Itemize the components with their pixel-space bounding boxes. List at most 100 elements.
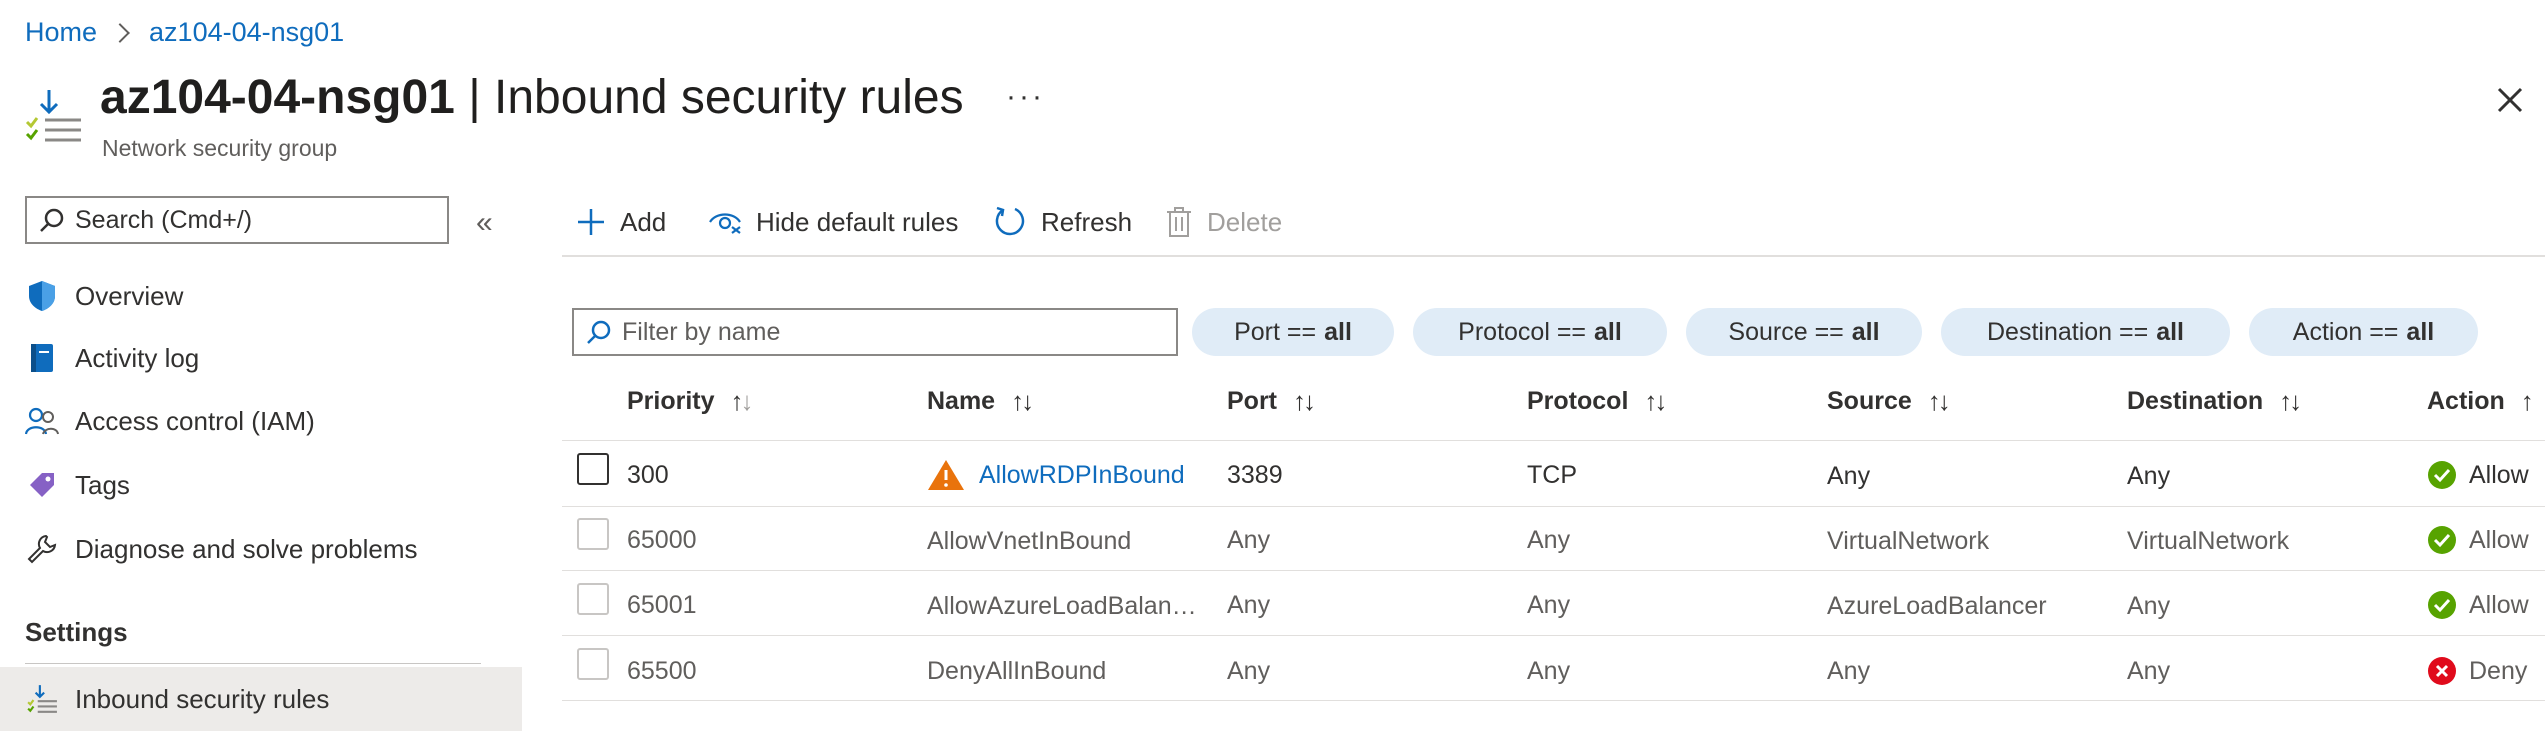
refresh-label: Refresh [1041, 206, 1133, 237]
check-circle-icon [2427, 590, 2457, 620]
sidebar-item-tags[interactable]: Tags [0, 457, 522, 513]
source-cell: AzureLoadBalancer [1827, 591, 2047, 620]
sidebar-item-overview[interactable]: Overview [0, 268, 522, 324]
page-subtitle: Network security group [102, 135, 338, 161]
protocol-filter-pill[interactable]: Protocol == all [1413, 308, 1667, 356]
row-checkbox[interactable] [577, 453, 609, 485]
more-options-button[interactable]: ··· [1006, 80, 1045, 114]
column-label: Port [1227, 387, 1277, 415]
pill-key: Protocol == [1458, 317, 1587, 346]
people-icon [25, 404, 59, 438]
inbound-rules-icon [25, 682, 59, 716]
column-header-action[interactable]: Action ↑ [2427, 386, 2534, 417]
sort-icon: ↑↓ [1927, 386, 1951, 416]
row-checkbox[interactable] [577, 648, 609, 680]
filter-by-name-input[interactable] [620, 316, 1164, 348]
row-checkbox[interactable] [577, 583, 609, 615]
resource-name: az104-04-nsg01 [100, 71, 455, 124]
protocol-cell: Any [1527, 656, 1571, 685]
collapse-sidebar-button[interactable]: « [476, 206, 493, 240]
add-label: Add [620, 206, 667, 237]
divider [562, 440, 2545, 441]
plus-icon [576, 207, 606, 237]
check-circle-icon [2427, 525, 2457, 555]
column-header-protocol[interactable]: Protocol ↑↓ [1527, 386, 1667, 417]
column-header-port[interactable]: Port ↑↓ [1227, 386, 1316, 417]
action-label: Allow [2469, 590, 2529, 619]
hide-default-rules-button[interactable]: Hide default rules [708, 199, 958, 245]
pill-value: all [2156, 317, 2184, 346]
page-title: az104-04-nsg01 | Inbound security rules [100, 70, 964, 125]
column-header-priority[interactable]: Priority ↑↓ [627, 386, 754, 417]
action-cell: Deny [2427, 645, 2527, 697]
sort-icon: ↑↓ [1644, 386, 1667, 416]
source-filter-pill[interactable]: Source == all [1686, 308, 1922, 356]
protocol-cell: Any [1527, 525, 1571, 554]
delete-label: Delete [1207, 206, 1283, 237]
tag-icon [25, 468, 59, 502]
filter-by-name[interactable] [572, 308, 1178, 356]
eye-hide-icon [708, 209, 742, 235]
check-circle-icon [2427, 460, 2457, 490]
search-icon [586, 319, 612, 345]
port-filter-pill[interactable]: Port == all [1192, 308, 1394, 356]
destination-filter-pill[interactable]: Destination == all [1941, 308, 2230, 356]
x-circle-icon [2427, 656, 2457, 686]
breadcrumb-current-link[interactable]: az104-04-nsg01 [149, 17, 344, 48]
port-cell: 3389 [1227, 460, 1283, 489]
source-cell: Any [1827, 656, 1871, 685]
sort-icon: ↑↓ [1293, 386, 1316, 416]
priority-cell: 65001 [627, 590, 697, 619]
row-checkbox[interactable] [577, 518, 609, 550]
action-cell: Allow [2427, 515, 2529, 565]
column-label: Priority [627, 387, 715, 415]
divider [562, 635, 2545, 636]
add-button[interactable]: Add [576, 199, 666, 245]
activity-log-icon [25, 341, 59, 375]
protocol-cell: Any [1527, 590, 1571, 619]
divider [562, 700, 2545, 701]
breadcrumb: Home az104-04-nsg01 [25, 17, 344, 48]
refresh-button[interactable]: Refresh [993, 199, 1132, 245]
trash-icon [1165, 206, 1193, 238]
sidebar-item-label: Diagnose and solve problems [75, 533, 418, 564]
search-icon [39, 207, 65, 233]
hide-default-rules-label: Hide default rules [756, 206, 959, 237]
action-cell: Allow [2427, 450, 2529, 500]
column-label: Protocol [1527, 387, 1629, 415]
divider [562, 506, 2545, 507]
pill-value: all [1851, 317, 1880, 346]
breadcrumb-home-link[interactable]: Home [25, 17, 97, 48]
sidebar-item-diagnose[interactable]: Diagnose and solve problems [0, 521, 522, 577]
column-header-source[interactable]: Source ↑↓ [1827, 386, 1951, 417]
sidebar-item-label: Overview [75, 280, 184, 311]
sidebar-search-input[interactable] [73, 204, 437, 236]
sidebar-search[interactable] [25, 196, 449, 244]
source-cell: Any [1827, 461, 1871, 490]
column-header-destination[interactable]: Destination ↑↓ [2127, 386, 2302, 417]
priority-cell: 65500 [627, 656, 697, 685]
sort-icon: ↑↓ [2279, 386, 2302, 416]
sidebar-item-access-control[interactable]: Access control (IAM) [0, 393, 522, 449]
column-header-name[interactable]: Name ↑↓ [927, 386, 1034, 417]
close-button[interactable] [2490, 80, 2530, 120]
rule-name-link[interactable]: AllowRDPInBound [979, 461, 1185, 490]
action-label: Allow [2469, 460, 2529, 489]
action-filter-pill[interactable]: Action == all [2249, 308, 2478, 356]
wrench-icon [25, 532, 59, 566]
sidebar-item-label: Activity log [75, 342, 200, 373]
column-label: Name [927, 387, 996, 415]
action-cell: Allow [2427, 580, 2529, 630]
sidebar-item-label: Access control (IAM) [75, 405, 315, 436]
inbound-rules-icon [25, 86, 81, 146]
sidebar-item-inbound-rules[interactable]: Inbound security rules [0, 667, 522, 731]
sort-icon: ↑ [2520, 386, 2534, 416]
name-cell: AllowRDPInBound [927, 450, 1185, 500]
double-chevron-left-icon: « [476, 206, 493, 239]
sidebar-item-label: Inbound security rules [75, 683, 330, 714]
warning-icon [927, 458, 965, 492]
sidebar-item-activity-log[interactable]: Activity log [0, 330, 522, 386]
delete-button[interactable]: Delete [1165, 199, 1282, 245]
port-cell: Any [1227, 525, 1271, 554]
divider [562, 570, 2545, 571]
